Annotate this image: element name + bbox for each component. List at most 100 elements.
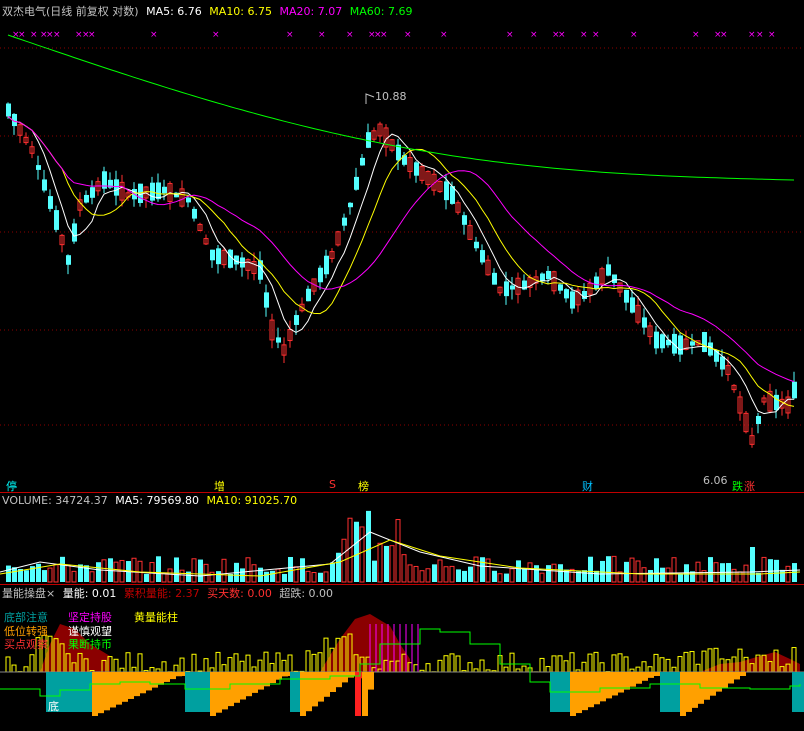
energy-bar [449,653,455,673]
volume-bar [96,562,101,582]
candle-body [264,292,269,308]
energy-bar [617,653,623,673]
marker-icon: × [558,30,566,40]
volume-bar [389,545,395,583]
energy-bar [545,666,551,673]
volume-bar [318,572,323,582]
indicator-chart[interactable] [0,584,804,731]
energy-bar [623,656,629,673]
candlestick-chart[interactable]: ×× × ×× × × ×× × × × × × ××× × × × × ×× × × × × ×× × × × [0,0,804,492]
position-bar [210,672,216,716]
energy-bar [689,651,695,673]
candle-body [546,270,551,280]
position-bar [618,672,624,693]
energy-bar [221,664,227,673]
tag-finance[interactable]: 财 [582,478,593,492]
indicator-cumulative: 累积量能: 2.37 [123,587,200,600]
volume-bar [737,571,743,583]
tag-stop[interactable]: 停 [6,478,17,492]
marker-icon: × [318,30,326,40]
candle-body [36,165,41,170]
volume-bar [203,563,209,583]
ma5-label: MA5: 6.76 [146,5,202,18]
volume-bar [731,568,737,583]
position-bar [324,672,330,697]
position-bar [612,672,618,696]
volume-bar [678,573,683,582]
candle-body [192,208,197,219]
energy-bar [29,654,35,673]
position-bar [654,672,660,676]
volume-bar [462,570,467,582]
volume-bar [708,557,713,582]
position-bar [70,672,76,712]
volume-bar [395,519,401,583]
candle-body [354,176,359,190]
position-bar [197,672,203,712]
legend-buy-watch: 买点观察 [4,638,48,651]
energy-bar [479,659,485,673]
position-bar [672,672,678,712]
position-bar [110,672,116,708]
position-bar [76,672,82,712]
position-bar [104,672,110,711]
energy-bar [233,653,239,673]
volume-bar [251,564,257,583]
energy-bar [563,660,569,673]
energy-bar [281,659,287,673]
position-bar [330,672,336,692]
price-panel[interactable]: × × × × × × × × × × × × × × × × × × × × × × × × × × × × × × × × 双杰电气(日线… [0,0,804,492]
energy-bar [191,653,197,673]
ma5-line [7,116,794,415]
candle-body [702,332,707,352]
position-bar [630,672,636,687]
position-bar [368,672,374,690]
energy-bar [437,659,443,673]
position-bar [740,672,746,676]
volume-bar [611,555,617,583]
energy-bar [137,653,143,673]
tag-s[interactable]: S [329,478,336,491]
candle-body [42,179,47,191]
volume-bar [600,560,605,582]
volume-panel[interactable]: VOLUME: 34724.37 MA5: 79569.80 MA10: 910… [0,492,804,584]
close-icon[interactable]: × [46,587,55,600]
indicator-name[interactable]: 量能操盘 [2,587,46,600]
position-bar [692,672,698,708]
tag-increase[interactable]: 增 [214,478,225,492]
volume-bar [750,547,755,582]
volume-bar [71,570,77,583]
tag-board[interactable]: 榜 [358,478,369,492]
candle-body [492,272,497,285]
position-bar [252,672,258,693]
volume-bar [768,559,773,582]
volume-bar [432,564,437,582]
tag-fall[interactable]: 跌 [732,478,743,492]
volume-header: VOLUME: 34724.37 MA5: 79569.80 MA10: 910… [2,494,301,507]
position-bar [680,672,686,716]
volume-bar [648,569,653,582]
candle-body [276,337,281,343]
tag-rise[interactable]: 涨 [744,478,755,492]
candle-body [624,289,629,303]
energy-bar [413,664,419,673]
position-bar [686,672,692,712]
energy-bar [551,655,557,673]
energy-bar [263,651,269,673]
candle-body [294,315,299,325]
volume-bar [534,565,539,582]
candle-body [756,416,761,424]
candle-body [582,290,587,300]
energy-bar [251,666,257,673]
volume-bar [407,564,413,583]
position-bar [362,672,368,716]
ma60-label: MA60: 7.69 [349,5,413,18]
position-bar [594,672,600,705]
stock-title: 双杰电气(日线 前复权 对数) [2,5,139,18]
energy-bar [239,660,245,673]
price-header: 双杰电气(日线 前复权 对数) MA5: 6.76 MA10: 6.75 MA2… [2,3,416,19]
indicator-panel[interactable]: 量能操盘× 量能: 0.01 累积量能: 2.37 买天数: 0.00 超跌: … [0,584,804,731]
candle-body [678,335,683,355]
candle-body [606,264,611,276]
volume-bar [413,565,419,583]
